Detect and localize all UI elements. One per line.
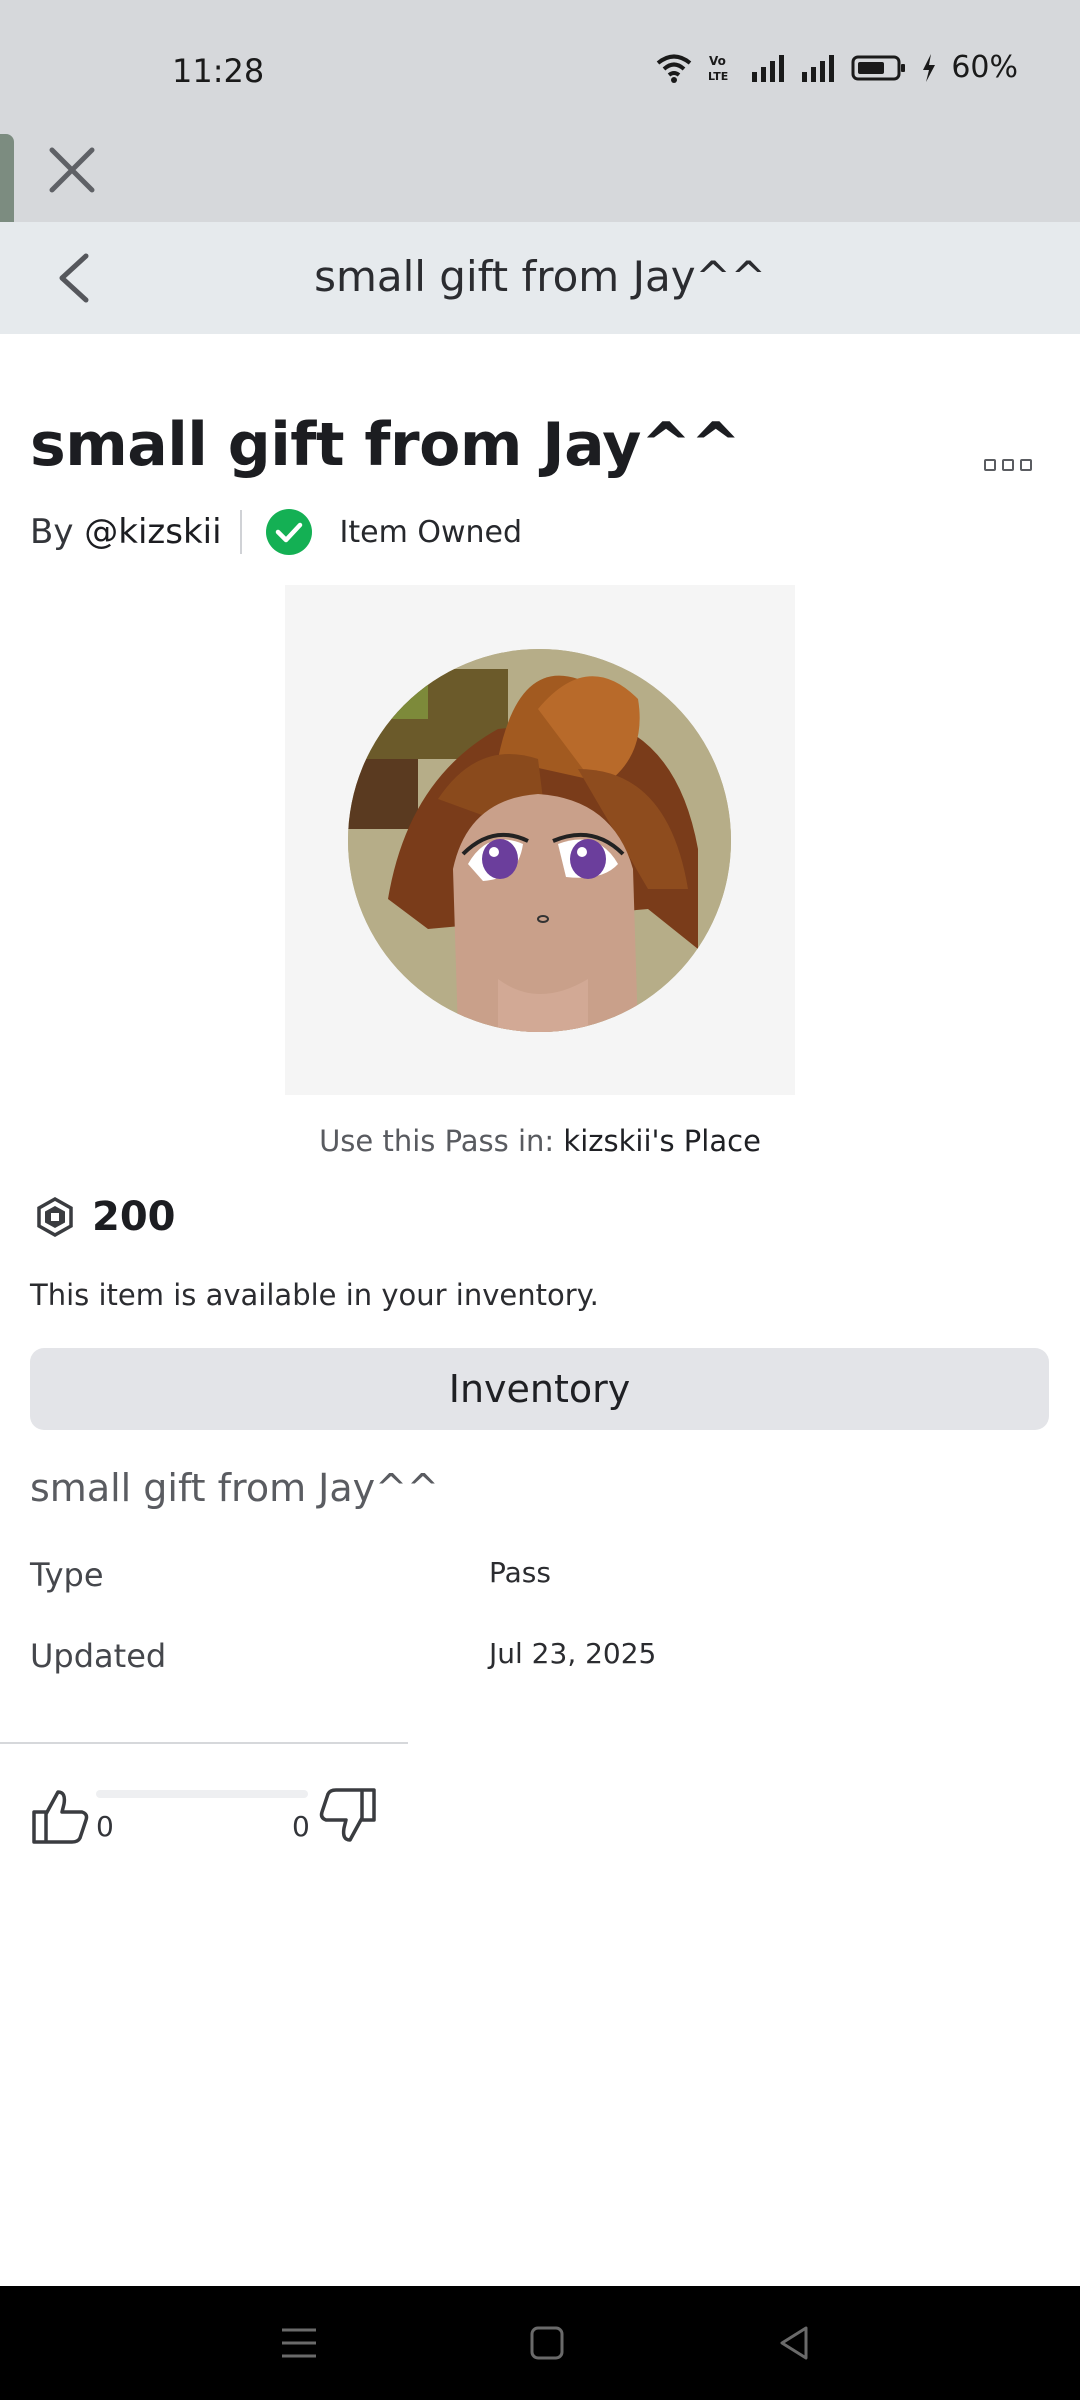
status-bar: 11:28 Vo LTE 60% [0, 0, 1080, 140]
charging-icon [923, 53, 936, 82]
volte-icon: Vo LTE [708, 54, 728, 83]
robux-icon [37, 1197, 73, 1237]
checkmark-icon [265, 509, 312, 555]
use-pass-line: Use this Pass in: kizskii's Place [0, 1124, 1080, 1158]
battery-percent: 60% [951, 50, 1018, 85]
header-title: small gift from Jay^^ [314, 252, 766, 301]
avatar-image [348, 649, 731, 1032]
upvote-count: 0 [96, 1810, 114, 1843]
home-icon[interactable] [524, 2320, 570, 2366]
place-link[interactable]: kizskii's Place [563, 1124, 761, 1158]
more-options-button[interactable] [984, 454, 1032, 476]
thumbs-down-icon[interactable] [318, 1786, 378, 1846]
use-pass-prefix: Use this Pass in: [319, 1124, 555, 1158]
type-label: Type [30, 1556, 104, 1594]
item-thumbnail [285, 585, 795, 1095]
dot-icon [1002, 459, 1014, 471]
vote-ratio-bar [96, 1790, 308, 1798]
status-icons: Vo LTE 60% [655, 50, 1018, 85]
dot-icon [1020, 459, 1032, 471]
svg-text:Vo: Vo [709, 54, 726, 68]
downvote-count: 0 [292, 1810, 310, 1843]
status-time: 11:28 [172, 52, 265, 90]
by-label: By @kizskii [30, 512, 222, 552]
battery-icon [851, 55, 906, 80]
updated-label: Updated [30, 1637, 167, 1675]
header-bar: small gift from Jay^^ [0, 222, 1080, 334]
thumbs-up-icon[interactable] [30, 1786, 90, 1846]
item-description: small gift from Jay^^ [30, 1466, 439, 1510]
system-nav-bar [0, 2286, 1080, 2400]
inventory-button[interactable]: Inventory [30, 1348, 1049, 1430]
back-icon[interactable] [772, 2320, 818, 2366]
creator-link[interactable]: @kizskii [84, 512, 221, 552]
section-divider [0, 1742, 408, 1744]
type-value: Pass [489, 1556, 551, 1589]
signal-icon-2 [802, 54, 835, 82]
menu-icon[interactable] [276, 2320, 322, 2366]
price-row: 200 [36, 1194, 176, 1240]
owned-label: Item Owned [339, 514, 523, 550]
availability-text: This item is available in your inventory… [30, 1278, 599, 1312]
close-icon[interactable] [44, 142, 100, 198]
byline: By @kizskii Item Owned [30, 506, 522, 558]
price-value: 200 [92, 1194, 176, 1240]
vote-row: 0 0 [30, 1780, 390, 1850]
by-prefix: By [30, 512, 74, 552]
updated-value: Jul 23, 2025 [489, 1637, 657, 1670]
signal-icon [752, 54, 785, 82]
dot-icon [984, 459, 996, 471]
page-title: small gift from Jay^^ [30, 410, 741, 480]
byline-divider [239, 510, 242, 554]
svg-text:LTE: LTE [708, 70, 728, 83]
wifi-icon [657, 54, 692, 83]
webview-close-bar [0, 120, 1080, 222]
